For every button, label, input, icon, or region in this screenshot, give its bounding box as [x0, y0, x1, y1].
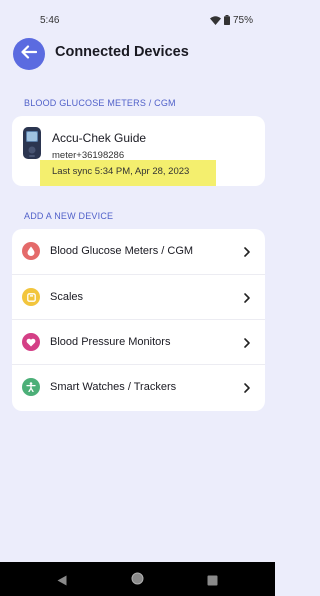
list-item-label: Scales [50, 291, 84, 303]
list-item-scales[interactable]: Scales [12, 274, 265, 320]
wifi-icon [209, 15, 221, 25]
list-item-label: Blood Glucose Meters / CGM [50, 245, 194, 257]
drop-icon [22, 242, 40, 260]
device-serial: meter+36198286 [52, 150, 125, 161]
status-icons: 75% [209, 14, 253, 26]
arrow-left-icon [21, 44, 38, 64]
heart-icon [22, 333, 40, 351]
scale-icon [22, 288, 40, 306]
list-item-smart-watches[interactable]: Smart Watches / Trackers [12, 364, 265, 410]
connected-device-card[interactable]: Accu-Chek Guide meter+36198286 Last sync… [12, 116, 265, 186]
back-button[interactable] [13, 38, 45, 70]
device-name: Accu-Chek Guide [52, 131, 147, 145]
app-header: Connected Devices [0, 36, 275, 72]
battery-icon [223, 15, 230, 25]
chevron-right-icon [243, 336, 251, 348]
person-icon [22, 378, 40, 396]
system-nav-bar [0, 562, 275, 596]
nav-recents-icon[interactable] [207, 573, 218, 591]
nav-home-icon[interactable] [131, 572, 144, 590]
glucose-meter-icon [22, 126, 42, 160]
chevron-right-icon [243, 291, 251, 303]
connected-section-label: BLOOD GLUCOSE METERS / CGM [24, 98, 176, 108]
chevron-right-icon [243, 381, 251, 393]
page-title: Connected Devices [55, 44, 189, 60]
nav-back-icon[interactable] [57, 573, 67, 591]
add-device-list: Blood Glucose Meters / CGM Scales Blood … [12, 229, 265, 411]
list-item-blood-pressure[interactable]: Blood Pressure Monitors [12, 319, 265, 365]
list-item-label: Smart Watches / Trackers [50, 381, 177, 393]
status-bar: 5:46 75% [0, 0, 275, 40]
list-item-blood-glucose[interactable]: Blood Glucose Meters / CGM [12, 229, 265, 274]
battery-percent: 75% [232, 14, 253, 26]
device-last-sync: Last sync 5:34 PM, Apr 28, 2023 [52, 166, 190, 177]
status-time: 5:46 [40, 14, 60, 26]
add-section-label: ADD A NEW DEVICE [24, 211, 114, 221]
list-item-label: Blood Pressure Monitors [50, 336, 171, 348]
chevron-right-icon [243, 245, 251, 257]
